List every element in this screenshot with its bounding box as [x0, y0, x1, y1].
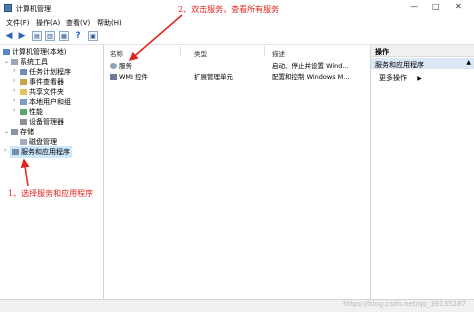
arrow-to-services — [128, 14, 183, 61]
arrow-to-services-apps — [20, 158, 30, 187]
annotation-arrows — [20, 14, 183, 187]
